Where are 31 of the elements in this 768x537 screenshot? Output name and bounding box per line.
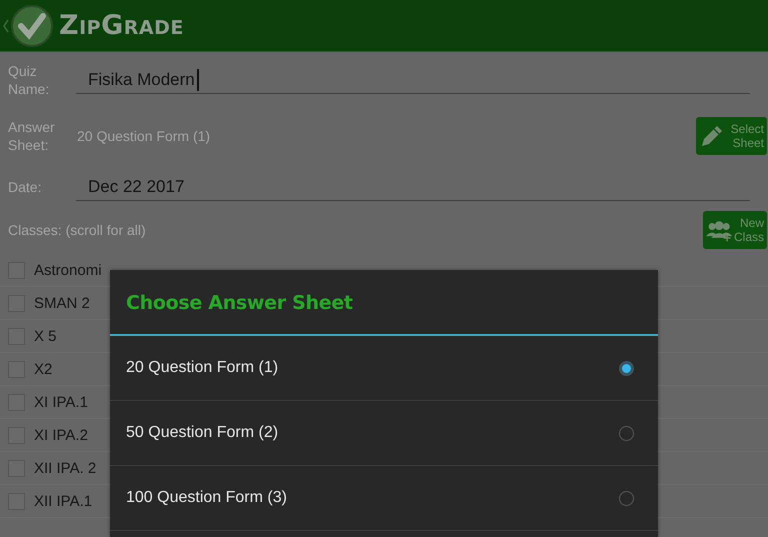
field-value: 20 Question Form (1) xyxy=(76,128,212,144)
select-sheet-button[interactable]: Select Sheet xyxy=(696,117,767,155)
class-name: XI IPA.1 xyxy=(34,394,88,410)
pencil-icon xyxy=(699,123,725,149)
option-item[interactable]: 50 Question Form (2) xyxy=(110,401,658,466)
input-field[interactable]: Fisika Modern xyxy=(76,66,750,94)
new-class-button[interactable]: New Class xyxy=(703,211,767,249)
option-item[interactable]: 100 Question Form (3) xyxy=(110,466,658,531)
option-label: 50 Question Form (2) xyxy=(126,424,278,442)
check-logo-icon xyxy=(10,4,54,48)
option-item[interactable]: 20 Question Form (1) xyxy=(110,336,658,401)
app-title: ZipGrade xyxy=(59,10,184,41)
input-field[interactable]: Dec 22 2017 xyxy=(76,173,750,201)
class-name: Astronomi xyxy=(34,262,102,278)
dialog-title: Choose Answer Sheet xyxy=(125,291,354,316)
class-name: X 5 xyxy=(34,328,57,344)
radio-button[interactable] xyxy=(619,490,634,506)
field-label: Quiz Name: xyxy=(8,62,50,98)
option-label: 100 Question Form (3) xyxy=(126,489,287,507)
class-name: XI IPA.2 xyxy=(34,426,88,444)
option-label: 20 Question Form (1) xyxy=(126,359,278,377)
field-label: Date: xyxy=(8,178,42,196)
radio-button[interactable] xyxy=(619,360,634,376)
back-icon[interactable] xyxy=(3,18,9,32)
class-name: XII IPA.1 xyxy=(34,492,92,510)
classes-label: Classes: (scroll for all) xyxy=(8,222,146,238)
class-name: SMAN 2 xyxy=(34,294,90,312)
field-label: Answer Sheet: xyxy=(8,118,56,154)
class-name: XII IPA. 2 xyxy=(34,460,96,476)
class-name: X2 xyxy=(34,360,52,378)
radio-button[interactable] xyxy=(619,426,634,440)
